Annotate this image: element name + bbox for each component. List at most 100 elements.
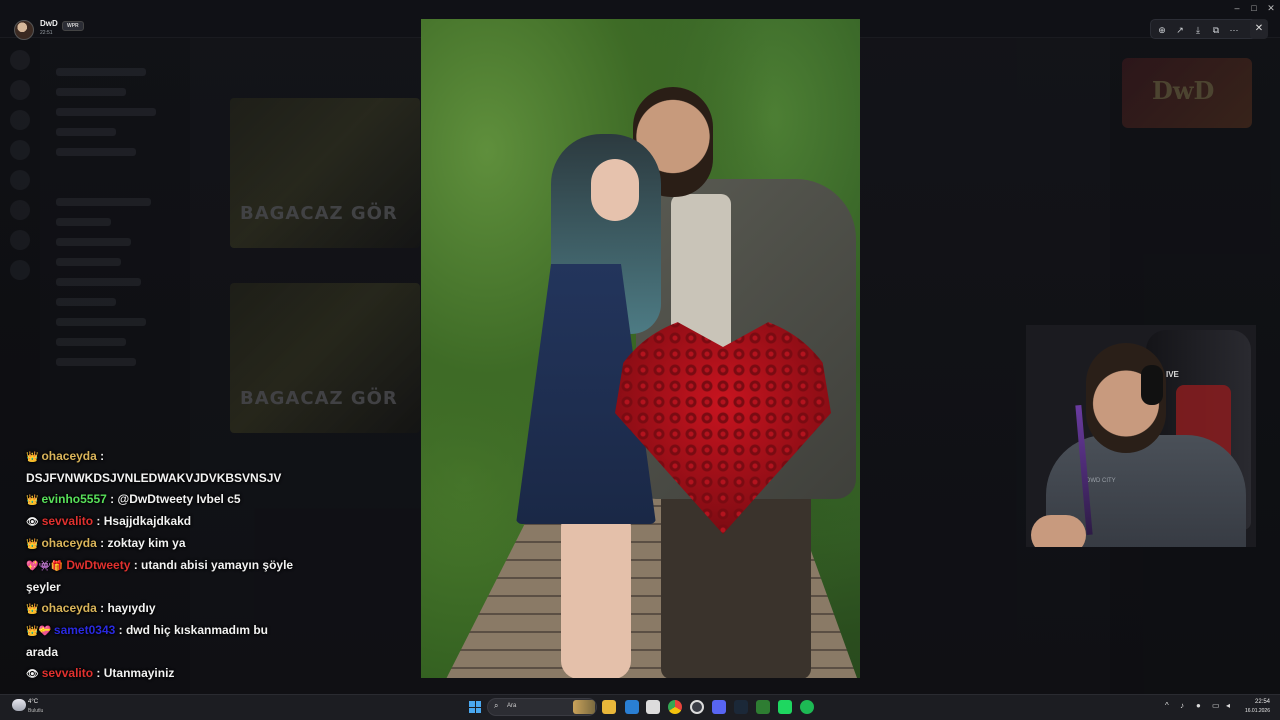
- channel-item[interactable]: [56, 258, 121, 266]
- download-icon[interactable]: ⤓: [1191, 23, 1205, 37]
- obs-icon[interactable]: [690, 700, 704, 714]
- channel-item[interactable]: [56, 88, 126, 96]
- steam-icon[interactable]: [734, 700, 748, 714]
- server-icon[interactable]: [10, 260, 30, 280]
- chat-text: DSJFVNWKDSJVNLEDWAKVJDVKBSVNSJV: [26, 471, 282, 485]
- server-icon[interactable]: [10, 230, 30, 250]
- chat-username: ohaceyda: [41, 601, 97, 615]
- embed-text: BAGACAZ GÖR: [240, 203, 398, 224]
- post-time: 22:51: [40, 30, 53, 36]
- channel-item[interactable]: [56, 198, 151, 206]
- avatar[interactable]: [14, 20, 34, 40]
- chat-text: Utanmayiniz: [103, 666, 175, 680]
- chat-message: 👑 ohaceyda : hayıydıy: [26, 598, 298, 620]
- channel-item[interactable]: [56, 278, 141, 286]
- chat-badge-icon: 👁: [26, 669, 39, 680]
- network-icon[interactable]: ▭: [1212, 701, 1220, 710]
- start-tile: [475, 707, 481, 713]
- chat-badge-icon: 💖👾🎁: [26, 561, 64, 572]
- chat-text: Hsajjdkajdkakd: [103, 514, 192, 528]
- server-icon[interactable]: [10, 50, 30, 70]
- weather-condition[interactable]: Bulutlu: [28, 708, 43, 714]
- open-external-icon[interactable]: ⧉: [1209, 23, 1223, 37]
- discord-icon[interactable]: [712, 700, 726, 714]
- spotify-icon[interactable]: [800, 700, 814, 714]
- chat-badge-icon: 👑💝: [26, 626, 51, 637]
- volume-icon[interactable]: ♪: [1180, 701, 1184, 710]
- webcam-overlay: IVE DWD CITY: [1026, 325, 1256, 547]
- embed-image[interactable]: BAGACAZ GÖR: [230, 283, 420, 433]
- banner-text: DwD: [1152, 76, 1215, 105]
- clock-date[interactable]: 16.01.2026: [1240, 708, 1270, 714]
- embed-image[interactable]: BAGACAZ GÖR: [230, 98, 420, 248]
- channel-item[interactable]: [56, 318, 146, 326]
- server-icon[interactable]: [10, 110, 30, 130]
- chat-message: 👑💝 samet0343 : dwd hiç kıskanmadım bu ara…: [26, 623, 268, 659]
- clock-time[interactable]: 22:54: [1250, 699, 1270, 705]
- terminal-icon[interactable]: [778, 700, 792, 714]
- store-icon[interactable]: [646, 700, 660, 714]
- chat-message: 👑 evinho5557 : @DwDtweety Ivbel c5: [26, 489, 298, 511]
- edge-icon[interactable]: [625, 700, 639, 714]
- woman-legs: [561, 509, 631, 678]
- more-icon[interactable]: ⋯: [1227, 23, 1241, 37]
- channel-item[interactable]: [56, 338, 126, 346]
- search-icon: ⌕: [494, 701, 499, 710]
- start-tile: [469, 707, 475, 713]
- chat-text: @DwDtweety Ivbel c5: [117, 492, 241, 506]
- chat-badge-icon: 👁: [26, 517, 39, 528]
- maximize-icon[interactable]: □: [1245, 3, 1263, 13]
- tray-overflow-icon[interactable]: ^: [1165, 701, 1169, 710]
- chat-badge-icon: 👑: [26, 604, 39, 615]
- chair-text: IVE: [1166, 370, 1179, 379]
- server-icon[interactable]: [10, 140, 30, 160]
- chat-username: samet0343: [53, 623, 116, 637]
- chat-overlay: 👑 ohaceyda : DSJFVNWKDSJVNLEDWAKVJDVKBSVN…: [26, 446, 298, 685]
- minimize-icon[interactable]: –: [1228, 3, 1246, 13]
- chat-badge-icon: 👑: [26, 539, 39, 550]
- chat-username: sevvalito: [41, 666, 94, 680]
- channel-item[interactable]: [56, 148, 136, 156]
- channel-item[interactable]: [56, 128, 116, 136]
- server-icon[interactable]: [10, 80, 30, 100]
- chat-username: ohaceyda: [41, 536, 97, 550]
- woman-face: [591, 159, 639, 221]
- user-badge: WPR: [62, 21, 84, 31]
- channel-item[interactable]: [56, 238, 131, 246]
- server-icon[interactable]: [10, 170, 30, 190]
- server-icon[interactable]: [10, 200, 30, 220]
- chat-message: 👁 sevvalito : Utanmayiniz: [26, 663, 298, 685]
- close-icon[interactable]: ✕: [1250, 19, 1268, 39]
- chat-username: evinho5557: [41, 492, 107, 506]
- mic-icon[interactable]: ●: [1196, 701, 1201, 710]
- desktop: BAGACAZ GÖR BAGACAZ GÖR DwD DwD WPR 22:5…: [0, 0, 1280, 720]
- channel-item[interactable]: [56, 68, 146, 76]
- widget-icon[interactable]: [573, 700, 595, 714]
- speaker-icon[interactable]: ◂: [1226, 701, 1230, 710]
- channel-item[interactable]: [56, 218, 111, 226]
- weather-temp[interactable]: 4°C: [28, 699, 38, 705]
- chat-message: 👑 ohaceyda : DSJFVNWKDSJVNLEDWAKVJDVKBSVN…: [26, 449, 282, 485]
- chat-text: hayıydıy: [107, 601, 156, 615]
- chat-message: 💖👾🎁 DwDtweety : utandı abisi yamayın şöyl…: [26, 558, 294, 594]
- user-name: DwD: [40, 19, 58, 28]
- profile-banner: DwD: [1122, 58, 1252, 128]
- streamer-hand: [1031, 515, 1086, 547]
- zoom-in-icon[interactable]: ⊕: [1155, 23, 1169, 37]
- viewer-image[interactable]: [421, 19, 860, 678]
- file-explorer-icon[interactable]: [602, 700, 616, 714]
- share-icon[interactable]: ↗: [1173, 23, 1187, 37]
- close-window-icon[interactable]: ✕: [1262, 3, 1280, 14]
- chat-badge-icon: 👑: [26, 495, 39, 506]
- channel-item[interactable]: [56, 108, 156, 116]
- start-tile: [475, 701, 481, 707]
- chat-message: 👑 ohaceyda : zoktay kim ya: [26, 533, 298, 555]
- chat-username: ohaceyda: [41, 449, 97, 463]
- chrome-icon[interactable]: [668, 700, 682, 714]
- channel-item[interactable]: [56, 298, 116, 306]
- cloud-icon[interactable]: [12, 699, 26, 711]
- game-icon[interactable]: [756, 700, 770, 714]
- channel-item[interactable]: [56, 358, 136, 366]
- shirt-text: DWD CITY: [1086, 478, 1116, 484]
- start-button[interactable]: [469, 701, 481, 713]
